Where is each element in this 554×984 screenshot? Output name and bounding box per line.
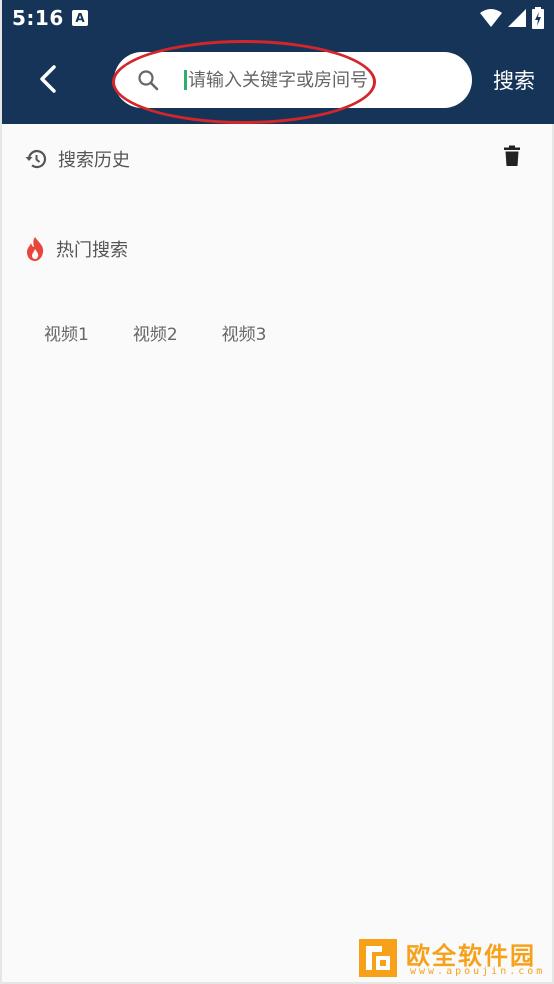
history-icon xyxy=(25,150,47,169)
search-history-title: 搜索历史 xyxy=(58,150,130,171)
status-bar: 5:16 A xyxy=(2,0,554,36)
search-history-header: 搜索历史 xyxy=(24,146,130,172)
notification-icon: A xyxy=(72,10,88,26)
hot-search-tags: 视频1 视频2 视频3 xyxy=(34,314,300,351)
watermark-url: www.apoujin.com xyxy=(410,966,546,977)
search-screen: 5:16 A 搜索 搜索历史 xyxy=(0,0,554,984)
trash-icon[interactable] xyxy=(500,144,524,168)
fire-icon xyxy=(27,237,44,261)
back-arrow-icon xyxy=(40,65,56,93)
search-submit-button[interactable]: 搜索 xyxy=(472,54,554,106)
signal-icon xyxy=(508,9,526,27)
status-time: 5:16 xyxy=(12,6,64,30)
hot-tag[interactable]: 视频2 xyxy=(123,314,188,351)
hot-search-title: 热门搜索 xyxy=(56,240,128,261)
wifi-icon xyxy=(480,9,502,27)
battery-icon xyxy=(532,7,544,29)
hot-search-header: 热门搜索 xyxy=(24,236,128,262)
hot-tag[interactable]: 视频3 xyxy=(212,314,277,351)
search-box[interactable] xyxy=(114,52,472,108)
status-indicators xyxy=(480,7,544,29)
back-button[interactable] xyxy=(26,58,68,100)
search-input[interactable] xyxy=(188,62,438,98)
text-cursor xyxy=(184,70,187,90)
watermark-logo xyxy=(359,939,397,977)
search-icon xyxy=(138,70,159,91)
watermark: 欧全软件园 www.apoujin.com xyxy=(354,934,552,980)
hot-tag[interactable]: 视频1 xyxy=(34,314,99,351)
app-header: 5:16 A 搜索 xyxy=(2,0,554,124)
